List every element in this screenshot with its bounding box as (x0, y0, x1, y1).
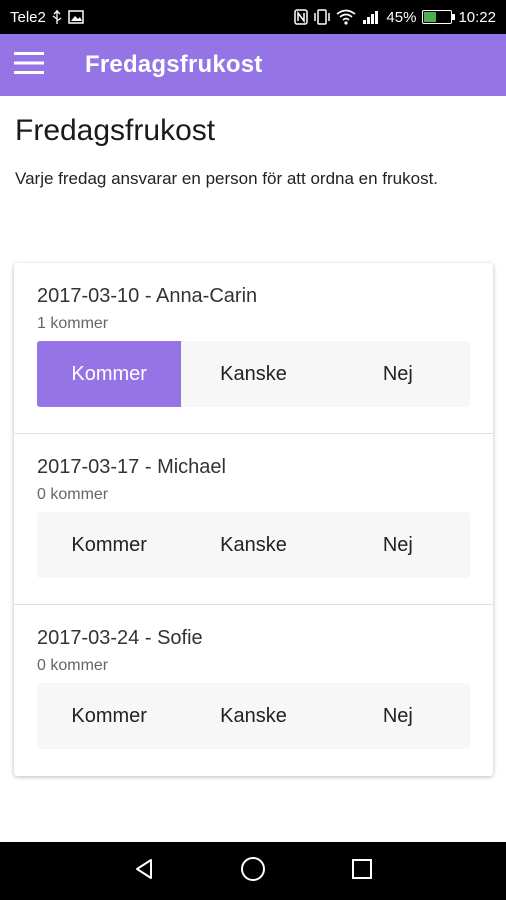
event-item: 2017-03-24 - Sofie 0 kommer Kommer Kansk… (14, 605, 493, 776)
status-right: 45% 10:22 (294, 9, 496, 26)
back-button[interactable] (124, 851, 164, 891)
status-left: Tele2 (10, 9, 84, 26)
rsvp-kanske-button[interactable]: Kanske (181, 341, 325, 407)
battery-percent: 45% (386, 8, 417, 26)
rsvp-nej-button[interactable]: Nej (326, 512, 470, 578)
carrier-label: Tele2 (10, 8, 46, 26)
event-attendee-count: 1 kommer (37, 315, 109, 332)
page-content: Fredagsfrukost Varje fredag ansvarar en … (15, 96, 493, 193)
rsvp-kommer-button[interactable]: Kommer (37, 683, 181, 749)
vibrate-icon (314, 9, 331, 25)
home-button[interactable] (233, 851, 273, 891)
signal-icon (362, 10, 380, 24)
clock: 10:22 (458, 8, 496, 26)
recents-square-icon (351, 858, 373, 885)
hamburger-menu-icon (14, 51, 44, 79)
rsvp-nej-button[interactable]: Nej (326, 683, 470, 749)
rsvp-button-group: Kommer Kanske Nej (37, 683, 470, 749)
usb-icon (52, 10, 62, 24)
event-attendee-count: 0 kommer (37, 486, 109, 503)
nfc-icon (294, 9, 309, 25)
rsvp-kanske-button[interactable]: Kanske (181, 683, 325, 749)
event-attendee-count: 0 kommer (37, 657, 109, 674)
back-triangle-icon (132, 857, 156, 886)
event-title: 2017-03-17 - Michael (37, 456, 226, 478)
rsvp-kommer-button[interactable]: Kommer (37, 512, 181, 578)
battery-icon (422, 10, 456, 24)
event-item: 2017-03-10 - Anna-Carin 1 kommer Kommer … (14, 263, 493, 434)
rsvp-kanske-button[interactable]: Kanske (181, 512, 325, 578)
app-title: Fredagsfrukost (85, 51, 263, 78)
battery-level-fill (424, 12, 437, 22)
rsvp-button-group: Kommer Kanske Nej (37, 341, 470, 407)
image-notification-icon (68, 10, 84, 24)
page-description: Varje fredag ansvarar en person för att … (15, 169, 439, 188)
wifi-icon (336, 9, 356, 25)
rsvp-kommer-button[interactable]: Kommer (37, 341, 182, 407)
status-bar: Tele2 45% 10:22 (0, 0, 506, 34)
event-title: 2017-03-24 - Sofie (37, 627, 203, 649)
rsvp-button-group: Kommer Kanske Nej (37, 512, 470, 578)
home-circle-icon (240, 856, 266, 887)
page-title: Fredagsfrukost (15, 114, 216, 147)
system-nav-bar (0, 842, 506, 900)
event-item: 2017-03-17 - Michael 0 kommer Kommer Kan… (14, 434, 493, 605)
menu-button[interactable] (0, 34, 58, 96)
recents-button[interactable] (342, 851, 382, 891)
rsvp-nej-button[interactable]: Nej (326, 341, 470, 407)
event-title: 2017-03-10 - Anna-Carin (37, 285, 258, 307)
app-bar: Fredagsfrukost (0, 34, 506, 96)
events-card: 2017-03-10 - Anna-Carin 1 kommer Kommer … (14, 263, 493, 776)
